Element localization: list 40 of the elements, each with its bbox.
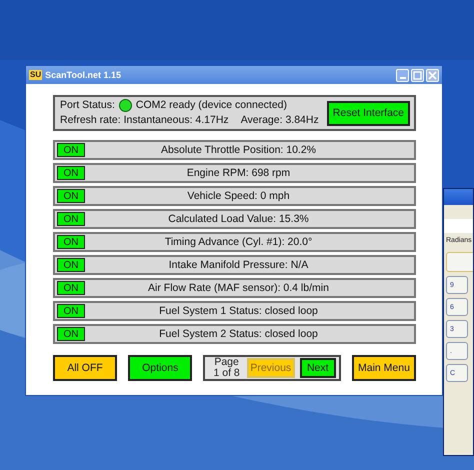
port-status-text: COM2 ready (device connected) [136,98,288,113]
reset-interface-button[interactable]: Reset Interface [326,100,410,126]
calculator-menu-bar [444,205,473,219]
toggle-button[interactable]: ON [57,212,85,226]
window-title: ScanTool.net 1.15 [45,70,122,80]
next-button[interactable]: Next [300,358,336,378]
sensor-reading: Fuel System 1 Status: closed loop [158,305,319,317]
options-button[interactable]: Options [128,355,192,381]
sensor-reading: Calculated Load Value: 15.3% [167,213,310,225]
refresh-rate-text: Refresh rate: Instantaneous: 4.17Hz [60,113,229,128]
page-count: 1 of 8 [213,368,240,379]
minimize-icon [400,76,406,78]
sensor-reading: Absolute Throttle Position: 10.2% [160,144,318,156]
average-rate-text: Average: 3.84Hz [240,113,319,128]
toggle-button[interactable]: ON [57,166,85,180]
sensor-reading: Timing Advance (Cyl. #1): 20.0° [164,236,314,248]
toggle-button[interactable]: ON [57,258,85,272]
toggle-button[interactable]: ON [57,304,85,318]
toggle-button[interactable]: ON [57,235,85,249]
page-label: Page [214,357,239,368]
close-button[interactable] [426,68,439,82]
app-logo: SU [29,70,42,80]
close-icon [428,70,437,80]
sensor-reading: Vehicle Speed: 0 mph [186,190,291,202]
sensor-reading: Intake Manifold Pressure: N/A [168,259,310,271]
minimize-button[interactable] [396,68,409,82]
sensor-reading: Fuel System 2 Status: closed loop [158,328,319,340]
main-menu-button[interactable]: Main Menu [352,355,416,381]
toggle-button[interactable]: ON [57,281,85,295]
maximize-button[interactable] [411,68,424,82]
toggle-button[interactable]: ON [57,189,85,203]
all-off-button[interactable]: All OFF [53,355,117,381]
sensor-reading: Air Flow Rate (MAF sensor): 0.4 lb/min [147,282,330,294]
port-status-label: Port Status: [60,98,115,113]
toggle-button[interactable]: ON [57,327,85,341]
toggle-button[interactable]: ON [57,143,85,157]
maximize-icon [413,70,422,80]
sensor-reading: Engine RPM: 698 rpm [186,167,292,179]
calculator-title-bar [444,189,473,205]
calculator-key[interactable] [446,252,473,272]
